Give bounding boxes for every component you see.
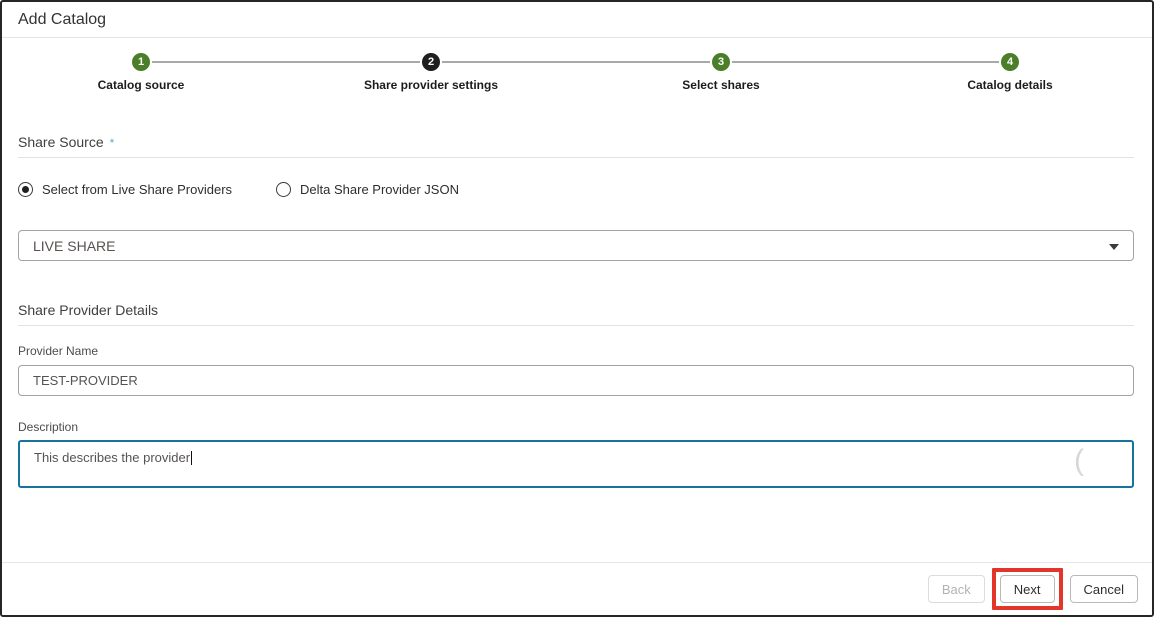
dialog-header: Add Catalog xyxy=(2,2,1152,38)
description-label: Description xyxy=(18,420,1134,434)
add-catalog-dialog: Add Catalog 1 Catalog source 2 Share pro… xyxy=(0,0,1154,617)
radio-label: Select from Live Share Providers xyxy=(42,182,232,197)
step-catalog-details[interactable]: 4 Catalog details xyxy=(900,53,1120,92)
select-value: LIVE SHARE xyxy=(33,238,115,254)
description-field[interactable]: This describes the provider ( xyxy=(18,440,1134,488)
next-button[interactable]: Next xyxy=(1000,575,1055,603)
live-share-provider-select[interactable]: LIVE SHARE xyxy=(18,230,1134,261)
text-cursor xyxy=(191,451,192,465)
description-value: This describes the provider xyxy=(34,450,190,465)
back-button[interactable]: Back xyxy=(928,575,985,603)
page-title: Add Catalog xyxy=(18,11,106,29)
step-number-badge: 4 xyxy=(1001,53,1019,71)
annotation-highlight: Next xyxy=(992,568,1063,610)
provider-name-value: TEST-PROVIDER xyxy=(33,373,138,388)
cancel-button[interactable]: Cancel xyxy=(1070,575,1138,603)
share-source-label-text: Share Source xyxy=(18,134,104,150)
share-provider-details-section-label: Share Provider Details xyxy=(18,302,1134,318)
provider-name-field[interactable]: TEST-PROVIDER xyxy=(18,365,1134,396)
form-content: Share Source * Select from Live Share Pro… xyxy=(2,134,1152,488)
share-source-section-label: Share Source * xyxy=(18,134,1134,150)
step-label: Catalog source xyxy=(31,78,251,92)
required-asterisk: * xyxy=(110,136,115,150)
step-label: Select shares xyxy=(611,78,831,92)
radio-label: Delta Share Provider JSON xyxy=(300,182,459,197)
section-divider xyxy=(18,325,1134,326)
wizard-stepper: 1 Catalog source 2 Share provider settin… xyxy=(2,48,1152,104)
share-source-radio-group: Select from Live Share Providers Delta S… xyxy=(18,182,1134,197)
radio-live-share-providers[interactable]: Select from Live Share Providers xyxy=(18,182,232,197)
dialog-footer: Back Next Cancel xyxy=(2,562,1152,615)
chevron-down-icon xyxy=(1109,244,1119,250)
section-divider xyxy=(18,157,1134,158)
step-select-shares[interactable]: 3 Select shares xyxy=(611,53,831,92)
step-number-badge: 3 xyxy=(712,53,730,71)
step-number-badge: 2 xyxy=(422,53,440,71)
step-catalog-source[interactable]: 1 Catalog source xyxy=(31,53,251,92)
radio-selected-icon[interactable] xyxy=(18,182,33,197)
radio-unselected-icon[interactable] xyxy=(276,182,291,197)
spinner-arc-icon: ( xyxy=(1074,444,1084,478)
radio-delta-share-json[interactable]: Delta Share Provider JSON xyxy=(276,182,459,197)
provider-name-label: Provider Name xyxy=(18,344,1134,358)
step-label: Share provider settings xyxy=(321,78,541,92)
step-label: Catalog details xyxy=(900,78,1120,92)
step-share-provider-settings[interactable]: 2 Share provider settings xyxy=(321,53,541,92)
step-number-badge: 1 xyxy=(132,53,150,71)
